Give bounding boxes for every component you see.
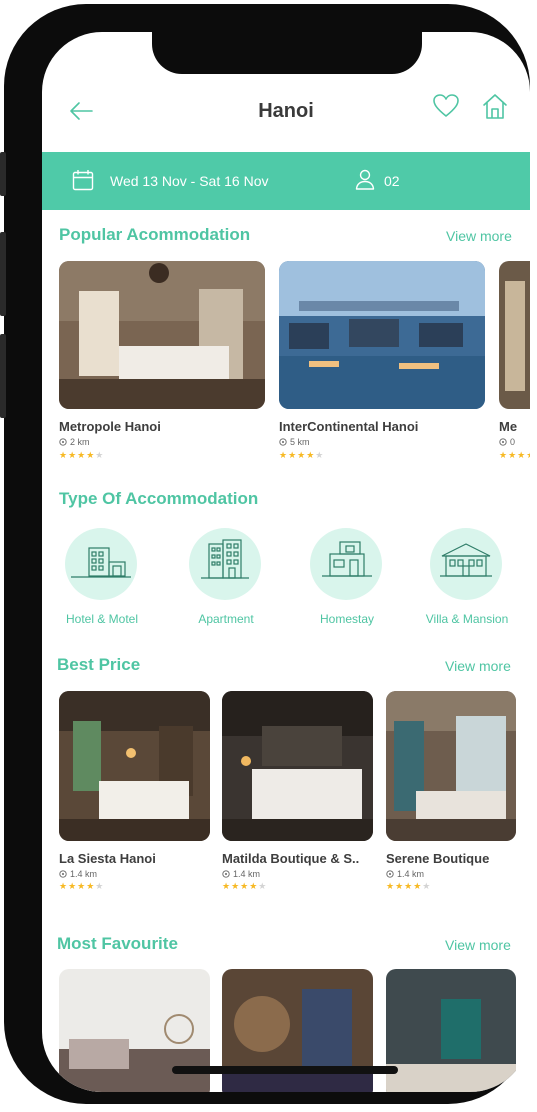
volume-up-button <box>0 232 6 316</box>
hotel-distance: 5 km <box>279 437 310 447</box>
type-label: Villa & Mansion <box>425 612 509 626</box>
rating-stars: ★★★★★ <box>279 450 325 460</box>
distance-value: 2 km <box>70 437 90 447</box>
guest-count[interactable]: 02 <box>384 173 400 189</box>
best-price-view-more-link[interactable]: View more <box>445 658 511 674</box>
person-icon <box>355 169 375 190</box>
type-icon-circle <box>430 528 502 600</box>
location-pin-icon <box>222 870 230 878</box>
heart-icon[interactable] <box>432 92 460 120</box>
hotel-photo <box>386 691 516 841</box>
hotel-photo <box>279 261 485 409</box>
favourite-view-more-link[interactable]: View more <box>445 937 511 953</box>
distance-value: 1.4 km <box>70 869 98 879</box>
distance-value: 0 <box>510 437 516 447</box>
mute-switch <box>0 152 6 196</box>
type-icon-circle <box>189 528 261 600</box>
top-app-bar: Hanoi <box>42 82 530 142</box>
calendar-icon <box>72 170 94 191</box>
distance-value: 1.4 km <box>233 869 261 879</box>
rating-stars: ★★★★★ <box>222 881 268 891</box>
best-price-card-la-siesta[interactable]: La Siesta Hanoi 1.4 km ★★★★★ <box>59 691 210 891</box>
home-indicator[interactable] <box>172 1066 398 1074</box>
popular-section-title: Popular Acommodation <box>59 225 251 244</box>
type-icon-circle <box>310 528 382 600</box>
popular-view-more-link[interactable]: View more <box>446 228 512 244</box>
homestay-icon <box>322 541 372 577</box>
hotel-icon <box>71 547 131 578</box>
favourite-card-3[interactable] <box>386 969 516 1092</box>
hotel-name: Metropole Hanoi <box>59 419 161 434</box>
date-range[interactable]: Wed 13 Nov - Sat 16 Nov <box>110 173 268 189</box>
best-price-section-title: Best Price <box>57 655 141 674</box>
location-pin-icon <box>59 870 67 878</box>
apartment-icon <box>201 539 249 579</box>
hotel-name: La Siesta Hanoi <box>59 851 156 866</box>
volume-down-button <box>0 334 6 418</box>
favourite-section-title: Most Favourite <box>57 934 178 953</box>
hotel-distance: 2 km <box>59 437 90 447</box>
booking-bar[interactable]: Wed 13 Nov - Sat 16 Nov 02 <box>42 152 530 210</box>
distance-value: 1.4 km <box>397 869 425 879</box>
distance-value: 5 km <box>290 437 310 447</box>
location-pin-icon <box>386 870 394 878</box>
best-price-card-serene[interactable]: Serene Boutique 1.4 km ★★★★★ <box>386 691 516 891</box>
hotel-distance: 0 <box>499 437 515 447</box>
location-pin-icon <box>279 438 287 446</box>
hotel-photo <box>222 691 373 841</box>
rating-stars: ★★★★★ <box>386 881 432 891</box>
type-label: Hotel & Motel <box>65 612 139 626</box>
phone-frame: Hanoi Wed 13 Nov - Sat 16 Nov 02 Popular… <box>0 4 530 1104</box>
hotel-photo <box>386 969 516 1092</box>
type-section-title: Type Of Accommodation <box>59 489 259 508</box>
location-pin-icon <box>499 438 507 446</box>
type-label: Homestay <box>319 612 375 626</box>
popular-card-intercontinental[interactable]: InterContinental Hanoi 5 km ★★★★★ <box>279 261 485 461</box>
hotel-distance: 1.4 km <box>386 869 424 879</box>
rating-stars: ★★★★★ <box>499 450 530 460</box>
rating-stars: ★★★★★ <box>59 881 105 891</box>
hotel-name: Matilda Boutique & S.. <box>222 851 360 866</box>
home-icon[interactable] <box>482 92 508 120</box>
app-screen: Hanoi Wed 13 Nov - Sat 16 Nov 02 Popular… <box>42 32 530 1092</box>
hotel-name: Serene Boutique <box>386 851 490 866</box>
notch <box>152 32 422 74</box>
hotel-distance: 1.4 km <box>59 869 97 879</box>
hotel-photo <box>59 261 265 409</box>
hotel-name: Me <box>499 419 518 434</box>
villa-icon <box>440 543 492 577</box>
hotel-distance: 1.4 km <box>222 869 260 879</box>
rating-stars: ★★★★★ <box>59 450 105 460</box>
hotel-photo <box>499 261 530 409</box>
type-icon-circle <box>65 528 137 600</box>
popular-card-metropole[interactable]: Metropole Hanoi 2 km ★★★★★ <box>59 261 265 461</box>
popular-card-partial[interactable]: Me 0 ★★★★★ <box>499 261 530 461</box>
best-price-card-matilda[interactable]: Matilda Boutique & S.. 1.4 km ★★★★★ <box>222 691 373 891</box>
location-pin-icon <box>59 438 67 446</box>
type-label: Apartment <box>198 612 254 626</box>
hotel-name: InterContinental Hanoi <box>279 419 419 434</box>
hotel-photo <box>59 691 210 841</box>
